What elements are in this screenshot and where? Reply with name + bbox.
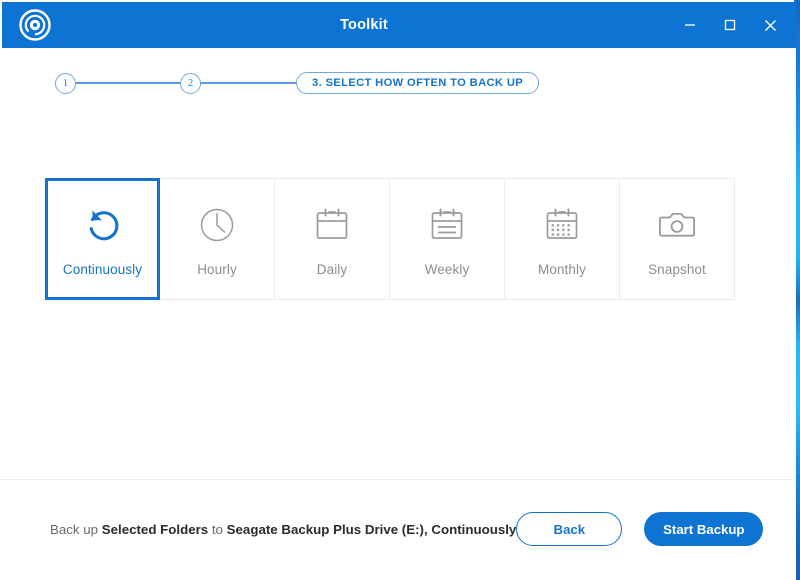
footer-bar: Back up Selected Folders to Seagate Back… <box>0 480 794 578</box>
maximize-icon <box>723 18 737 32</box>
close-button[interactable] <box>750 2 790 48</box>
refresh-loop-icon <box>82 202 124 248</box>
option-card-monthly[interactable]: Monthly <box>505 178 620 300</box>
option-card-snapshot[interactable]: Snapshot <box>620 178 735 300</box>
step-3-indicator: 3. SELECT HOW OFTEN TO BACK UP <box>296 72 540 94</box>
title-bar: Toolkit <box>2 2 796 48</box>
backup-frequency-options: Continuously Hourly Daily Weekly Monthly… <box>45 178 735 300</box>
toolkit-window: Toolkit 1 2 3. SELECT HOW OFTEN TO BACK … <box>0 0 800 580</box>
calendar-dots-icon <box>541 202 583 248</box>
calendar-lines-icon <box>426 202 468 248</box>
calendar-blank-icon <box>311 202 353 248</box>
maximize-button[interactable] <box>710 2 750 48</box>
clock-icon <box>196 202 238 248</box>
summary-source: Selected Folders <box>101 521 209 537</box>
option-card-weekly[interactable]: Weekly <box>390 178 505 300</box>
option-card-daily[interactable]: Daily <box>275 178 390 300</box>
step-connector-1 <box>76 82 180 84</box>
backup-summary: Back up Selected Folders to Seagate Back… <box>50 522 516 537</box>
option-label: Continuously <box>62 261 143 277</box>
option-card-continuously[interactable]: Continuously <box>45 178 160 300</box>
option-label: Hourly <box>197 261 237 277</box>
step-connector-2 <box>201 82 296 84</box>
back-button[interactable]: Back <box>516 512 623 546</box>
window-title: Toolkit <box>340 17 388 33</box>
camera-icon <box>656 202 698 248</box>
option-label: Snapshot <box>648 261 706 277</box>
option-label: Weekly <box>424 261 470 277</box>
minimize-button[interactable] <box>670 2 710 48</box>
footer-buttons: Back Start Backup <box>516 512 764 546</box>
wizard-stepper: 1 2 3. SELECT HOW OFTEN TO BACK UP <box>55 70 540 96</box>
option-label: Daily <box>316 261 348 277</box>
minimize-icon <box>683 18 697 32</box>
step-1-indicator[interactable]: 1 <box>55 72 76 94</box>
summary-frequency: Continuously <box>431 521 517 537</box>
seagate-disc-icon <box>18 8 52 42</box>
option-card-hourly[interactable]: Hourly <box>160 178 275 300</box>
summary-destination: Seagate Backup Plus Drive (E:) <box>226 521 424 537</box>
close-icon <box>763 18 778 33</box>
start-backup-button[interactable]: Start Backup <box>644 512 764 546</box>
step-2-indicator[interactable]: 2 <box>180 72 201 94</box>
window-controls <box>670 2 790 48</box>
window-right-accent-strip <box>796 0 800 580</box>
summary-middle: to <box>208 521 227 537</box>
option-label: Monthly <box>538 261 586 277</box>
summary-prefix: Back up <box>50 521 102 537</box>
